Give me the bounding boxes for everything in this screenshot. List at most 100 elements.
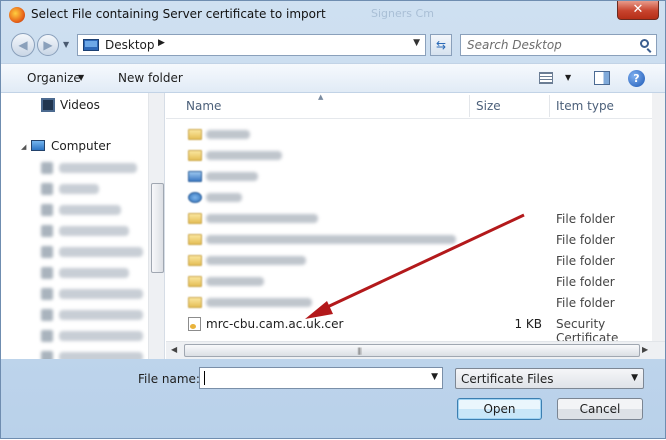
file-type-dropdown-icon[interactable]: ▼ [631, 373, 638, 383]
horizontal-scroll-thumb[interactable]: ||| [184, 344, 640, 357]
folder-icon [188, 276, 202, 287]
computer-icon [31, 140, 45, 151]
recent-pages-dropdown[interactable]: ▼ [63, 40, 69, 49]
file-name-dropdown-icon[interactable]: ▼ [431, 372, 438, 382]
address-bar[interactable]: Desktop ▶ ▼ [77, 34, 426, 56]
new-folder-button[interactable]: New folder [118, 71, 183, 85]
preview-pane-icon[interactable] [594, 71, 610, 85]
organize-dropdown-icon[interactable]: ▼ [78, 73, 84, 82]
browser-area: Videos ◢ Computer ▲ Name Size Item type … [1, 93, 665, 359]
navigation-pane[interactable]: Videos ◢ Computer [1, 93, 165, 359]
drive-icon [41, 309, 53, 321]
sort-ascending-icon: ▲ [318, 93, 324, 101]
close-button[interactable]: ✕ [617, 1, 659, 20]
help-icon[interactable]: ? [628, 70, 645, 87]
column-header-row: ▲ Name Size Item type [166, 93, 652, 119]
column-name[interactable]: Name [186, 99, 221, 113]
nav-item-drive[interactable] [59, 352, 143, 359]
refresh-button[interactable]: ⇆ [430, 34, 452, 56]
file-list[interactable]: ▲ Name Size Item type File folder File f… [166, 93, 665, 359]
file-row[interactable] [166, 187, 652, 208]
file-row-name [206, 277, 264, 286]
search-box[interactable]: Search Desktop [460, 34, 657, 56]
file-row-certificate[interactable]: mrc-cbu.cam.ac.uk.cer 1 KB Security Cert… [166, 313, 652, 345]
expand-computer-icon[interactable]: ◢ [21, 143, 26, 151]
address-location[interactable]: Desktop [105, 38, 155, 52]
folder-icon [188, 213, 202, 224]
nav-item-drive[interactable] [59, 247, 143, 257]
nav-item-drive[interactable] [59, 289, 143, 299]
folder-icon [188, 234, 202, 245]
back-button[interactable]: ◀ [11, 33, 35, 57]
drive-icon [41, 183, 53, 195]
file-row-name [206, 298, 312, 307]
folder-icon [188, 255, 202, 266]
drive-icon [41, 351, 53, 359]
file-row[interactable]: File folder [166, 292, 652, 313]
file-type-select[interactable]: Certificate Files ▼ [455, 368, 644, 389]
scroll-left-icon[interactable]: ◀ [171, 345, 177, 354]
column-divider[interactable] [469, 95, 470, 117]
file-row-name [206, 256, 306, 265]
search-input[interactable]: Search Desktop [467, 38, 562, 52]
background-window-title: Signers Cm [371, 7, 434, 20]
drive-icon [41, 267, 53, 279]
file-row[interactable] [166, 124, 652, 145]
nav-item-drive[interactable] [59, 184, 99, 194]
file-row[interactable]: File folder [166, 229, 652, 250]
nav-item-drive[interactable] [59, 310, 143, 320]
nav-item-drive[interactable] [59, 205, 121, 215]
file-row-name [206, 193, 242, 202]
folder-icon [188, 129, 202, 140]
forward-button[interactable]: ▶ [37, 34, 59, 56]
drive-icon [41, 330, 53, 342]
desktop-icon [83, 39, 99, 51]
file-row-type: File folder [556, 233, 615, 247]
certificate-file-icon [188, 317, 201, 331]
file-list-vertical-scrollbar[interactable] [652, 93, 665, 341]
network-icon [188, 192, 202, 203]
column-size[interactable]: Size [476, 99, 501, 113]
nav-item-drive[interactable] [59, 163, 137, 173]
open-button[interactable]: Open [457, 398, 542, 420]
nav-item-videos[interactable]: Videos [60, 98, 100, 112]
column-item-type[interactable]: Item type [556, 99, 614, 113]
nav-item-drive[interactable] [59, 226, 129, 236]
file-type-value[interactable]: Certificate Files [461, 372, 553, 386]
nav-scroll-thumb[interactable] [151, 183, 164, 273]
file-row[interactable] [166, 145, 652, 166]
file-row[interactable]: File folder [166, 271, 652, 292]
nav-item-drive[interactable] [59, 268, 129, 278]
search-icon[interactable] [640, 39, 649, 48]
nav-item-drive[interactable] [59, 331, 143, 341]
breadcrumb-chevron-icon[interactable]: ▶ [158, 38, 165, 48]
file-row-type: File folder [556, 275, 615, 289]
organize-button[interactable]: Organize [27, 71, 81, 85]
computer-folder-icon [188, 171, 202, 182]
cancel-button[interactable]: Cancel [557, 398, 643, 420]
file-row-name [206, 151, 282, 160]
file-row[interactable] [166, 166, 652, 187]
firefox-icon [9, 7, 25, 23]
file-list-horizontal-scrollbar[interactable]: ◀ ||| ▶ [166, 341, 665, 359]
file-row-name [206, 214, 318, 223]
text-caret [204, 371, 205, 385]
nav-pane-scrollbar[interactable] [148, 93, 164, 359]
column-divider[interactable] [549, 95, 550, 117]
drive-icon [41, 225, 53, 237]
drive-icon [41, 162, 53, 174]
file-row-type: File folder [556, 296, 615, 310]
address-dropdown-icon[interactable]: ▼ [413, 38, 420, 48]
scroll-right-icon[interactable]: ▶ [642, 345, 648, 354]
folder-icon [188, 297, 202, 308]
file-row-name: mrc-cbu.cam.ac.uk.cer [206, 317, 344, 331]
address-row: ◀ ▶ ▼ Desktop ▶ ▼ ⇆ Search Desktop [1, 29, 665, 63]
nav-item-computer[interactable]: Computer [51, 139, 111, 153]
change-view-icon[interactable] [539, 72, 553, 84]
views-dropdown-icon[interactable]: ▼ [565, 73, 571, 82]
folder-icon [188, 150, 202, 161]
file-name-field[interactable]: ▼ [199, 367, 443, 389]
file-row[interactable]: File folder [166, 250, 652, 271]
file-row[interactable]: File folder [166, 208, 652, 229]
file-row-name [206, 172, 258, 181]
